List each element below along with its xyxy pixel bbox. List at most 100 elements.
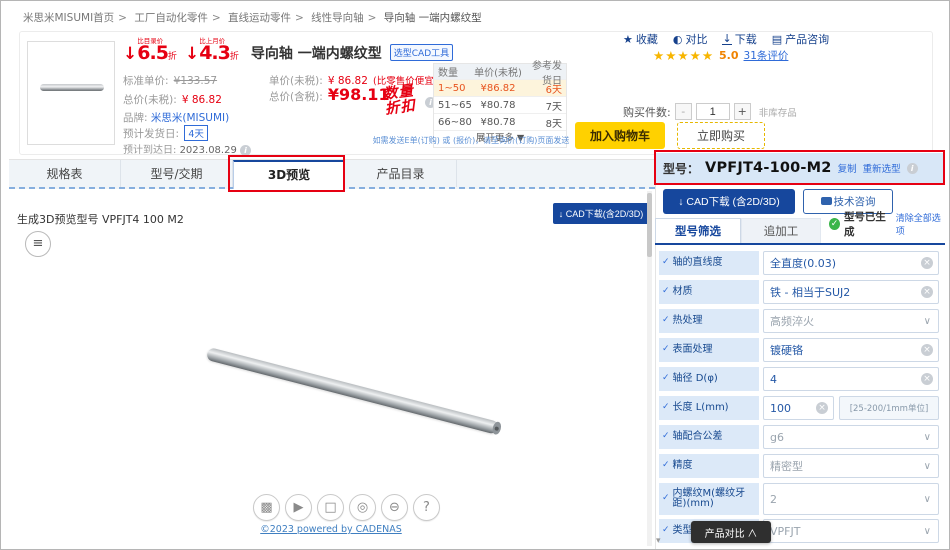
close-icon[interactable]: × [921,373,933,385]
config-row-precision: ✓精度 精密型∨ [659,454,939,478]
config-dropdown[interactable]: g6∨ [763,425,939,449]
viewer-menu-button[interactable]: ≡ [25,231,51,257]
config-dropdown[interactable]: 精密型∨ [763,454,939,478]
table-row[interactable]: 66~80 ¥80.78 8天 [434,114,566,131]
cell-days: 6天 [526,81,566,96]
scrollbar[interactable] [647,191,652,546]
breadcrumb-home[interactable]: 米思米MISUMI首页 [23,12,114,24]
table-row[interactable]: 51~65 ¥80.78 7天 [434,97,566,114]
cell-days: 7天 [526,98,566,113]
config-row-material: ✓材质 铁 - 相当于SUJ2× [659,280,939,304]
add-to-cart-button[interactable]: 加入购物车 [575,122,665,149]
config-dropdown[interactable]: VPFJT∨ [763,519,939,543]
config-value[interactable]: 铁 - 相当于SUJ2× [763,280,939,304]
config-label: ✓长度 L(mm) [659,396,759,420]
total-inctax-value: ¥98.11 [328,85,390,104]
panel-cad-download-button[interactable]: ↓ CAD下载 (含2D/3D) [663,189,795,214]
product-inquiry-button[interactable]: ▤产品咨询 [772,31,829,47]
config-row-length: ✓长度 L(mm) 100× [25-200/1mm单位] [659,396,939,420]
tab-spec-table[interactable]: 规格表 [9,160,121,187]
animation-button[interactable]: ▶ [285,494,312,521]
cad-tool-badge[interactable]: 选型CAD工具 [390,44,453,61]
config-value[interactable]: 4× [763,367,939,391]
breadcrumb-linear[interactable]: 直线运动零件 [228,12,291,24]
check-icon: ✓ [662,461,670,470]
qty-plus-button[interactable]: + [734,103,751,120]
info-icon[interactable]: i [240,145,251,156]
config-dropdown[interactable]: 2∨ [763,483,939,515]
section-view-button[interactable]: ⊖ [381,494,408,521]
copy-model-link[interactable]: 复制 [838,161,857,175]
close-icon[interactable]: × [921,257,933,269]
total-extax-label: 总价(未税): [123,94,177,106]
table-row[interactable]: 1~50 ¥86.82 6天 [434,80,566,97]
qty-input[interactable] [696,103,730,120]
discount-value: 4.3 [199,44,230,63]
check-icon: ✓ [662,494,670,503]
value-text: 全直度(0.03) [770,255,836,271]
clear-all-link[interactable]: 清除全部选项 [896,211,945,237]
chevron-down-icon[interactable]: ∨ [924,526,931,537]
config-label: ✓内螺纹M(螺纹牙距)(mm) [659,483,759,515]
caret-down-icon[interactable]: ▾ [656,536,661,546]
config-row-heat-treatment: ✓热处理 高频淬火∨ [659,309,939,333]
chevron-down-icon[interactable]: ∨ [924,494,931,505]
qty-minus-button[interactable]: - [675,103,692,120]
close-icon[interactable]: × [816,402,828,414]
cell-qty: 51~65 [434,100,470,111]
reviews-link[interactable]: 31条评价 [744,48,789,63]
tab-model-filter[interactable]: 型号筛选 [655,218,741,243]
iso-view-button[interactable]: □ [317,494,344,521]
close-icon[interactable]: × [921,344,933,356]
rating-score: 5.0 [719,49,739,62]
inquiry-label: 产品咨询 [785,31,829,47]
quantity-discount-stamp: 数量 折扣 [382,84,416,118]
ship-line: 预计发货日: 4天 [123,125,208,141]
viewer-cad-download-button[interactable]: ↓ CAD下载(含2D/3D) [553,203,649,224]
chevron-down-icon[interactable]: ∨ [924,432,931,443]
length-input[interactable]: 100× [763,396,834,420]
table-footnote[interactable]: 如需发送E单(订购) 或 (报价)，请至询价(订购)页面发送 [367,135,575,146]
breadcrumb-fa[interactable]: 工厂自动化零件 [134,12,208,24]
render-mode-button[interactable]: ▩ [253,494,280,521]
model-code: VPFJT4-100-M2 [705,160,832,176]
config-dropdown[interactable]: 高频淬火∨ [763,309,939,333]
chat-icon [821,197,832,205]
close-icon[interactable]: × [921,286,933,298]
label-text: 热处理 [673,316,703,327]
qty-label: 购买件数: [623,104,671,120]
favorite-button[interactable]: ★收藏 [623,31,658,47]
chevron-down-icon[interactable]: ∨ [924,461,931,472]
label-text: 轴径 D(φ) [673,374,718,385]
info-icon[interactable]: i [907,163,918,174]
value-text: 4 [770,373,777,386]
cadenas-credit-link[interactable]: ©2023 powered by CADENAS [231,524,431,535]
check-icon: ✓ [662,258,670,267]
product-thumbnail[interactable] [27,41,115,145]
product-compare-pill[interactable]: 产品对比 ∧ [691,521,771,543]
label-text: 轴配合公差 [673,432,723,443]
tab-3d-preview[interactable]: 3D预览 [233,160,345,189]
config-value[interactable]: 全直度(0.03) × [763,251,939,275]
reselect-link[interactable]: 重新选型 [863,161,901,175]
check-icon: ✓ [662,432,670,441]
viewer-3d-area[interactable] [9,191,647,546]
download-button[interactable]: ↓下载 [722,31,756,47]
tab-model-delivery[interactable]: 型号/交期 [121,160,233,187]
length-range-note: [25-200/1mm单位] [839,396,939,420]
help-button[interactable]: ? [413,494,440,521]
chevron-down-icon[interactable]: ∨ [924,316,931,327]
tab-product-catalog[interactable]: 产品目录 [345,160,457,187]
compare-button[interactable]: ◐对比 [673,31,708,47]
list-icon: ≡ [33,236,44,251]
wireframe-button[interactable]: ◎ [349,494,376,521]
brand-link[interactable]: 米思米(MISUMI) [151,112,229,124]
buy-now-button[interactable]: 立即购买 [677,122,765,149]
scrollbar-thumb[interactable] [647,193,652,257]
tab-additional-machining[interactable]: 追加工 [741,218,821,243]
brand-line: 品牌: 米思米(MISUMI) [123,110,229,125]
config-label: ✓轴配合公差 [659,425,759,449]
config-value[interactable]: 镀硬铬× [763,338,939,362]
breadcrumb-guide-shaft[interactable]: 线性导向轴 [311,12,364,24]
shaft-thumbnail-image [40,84,104,91]
